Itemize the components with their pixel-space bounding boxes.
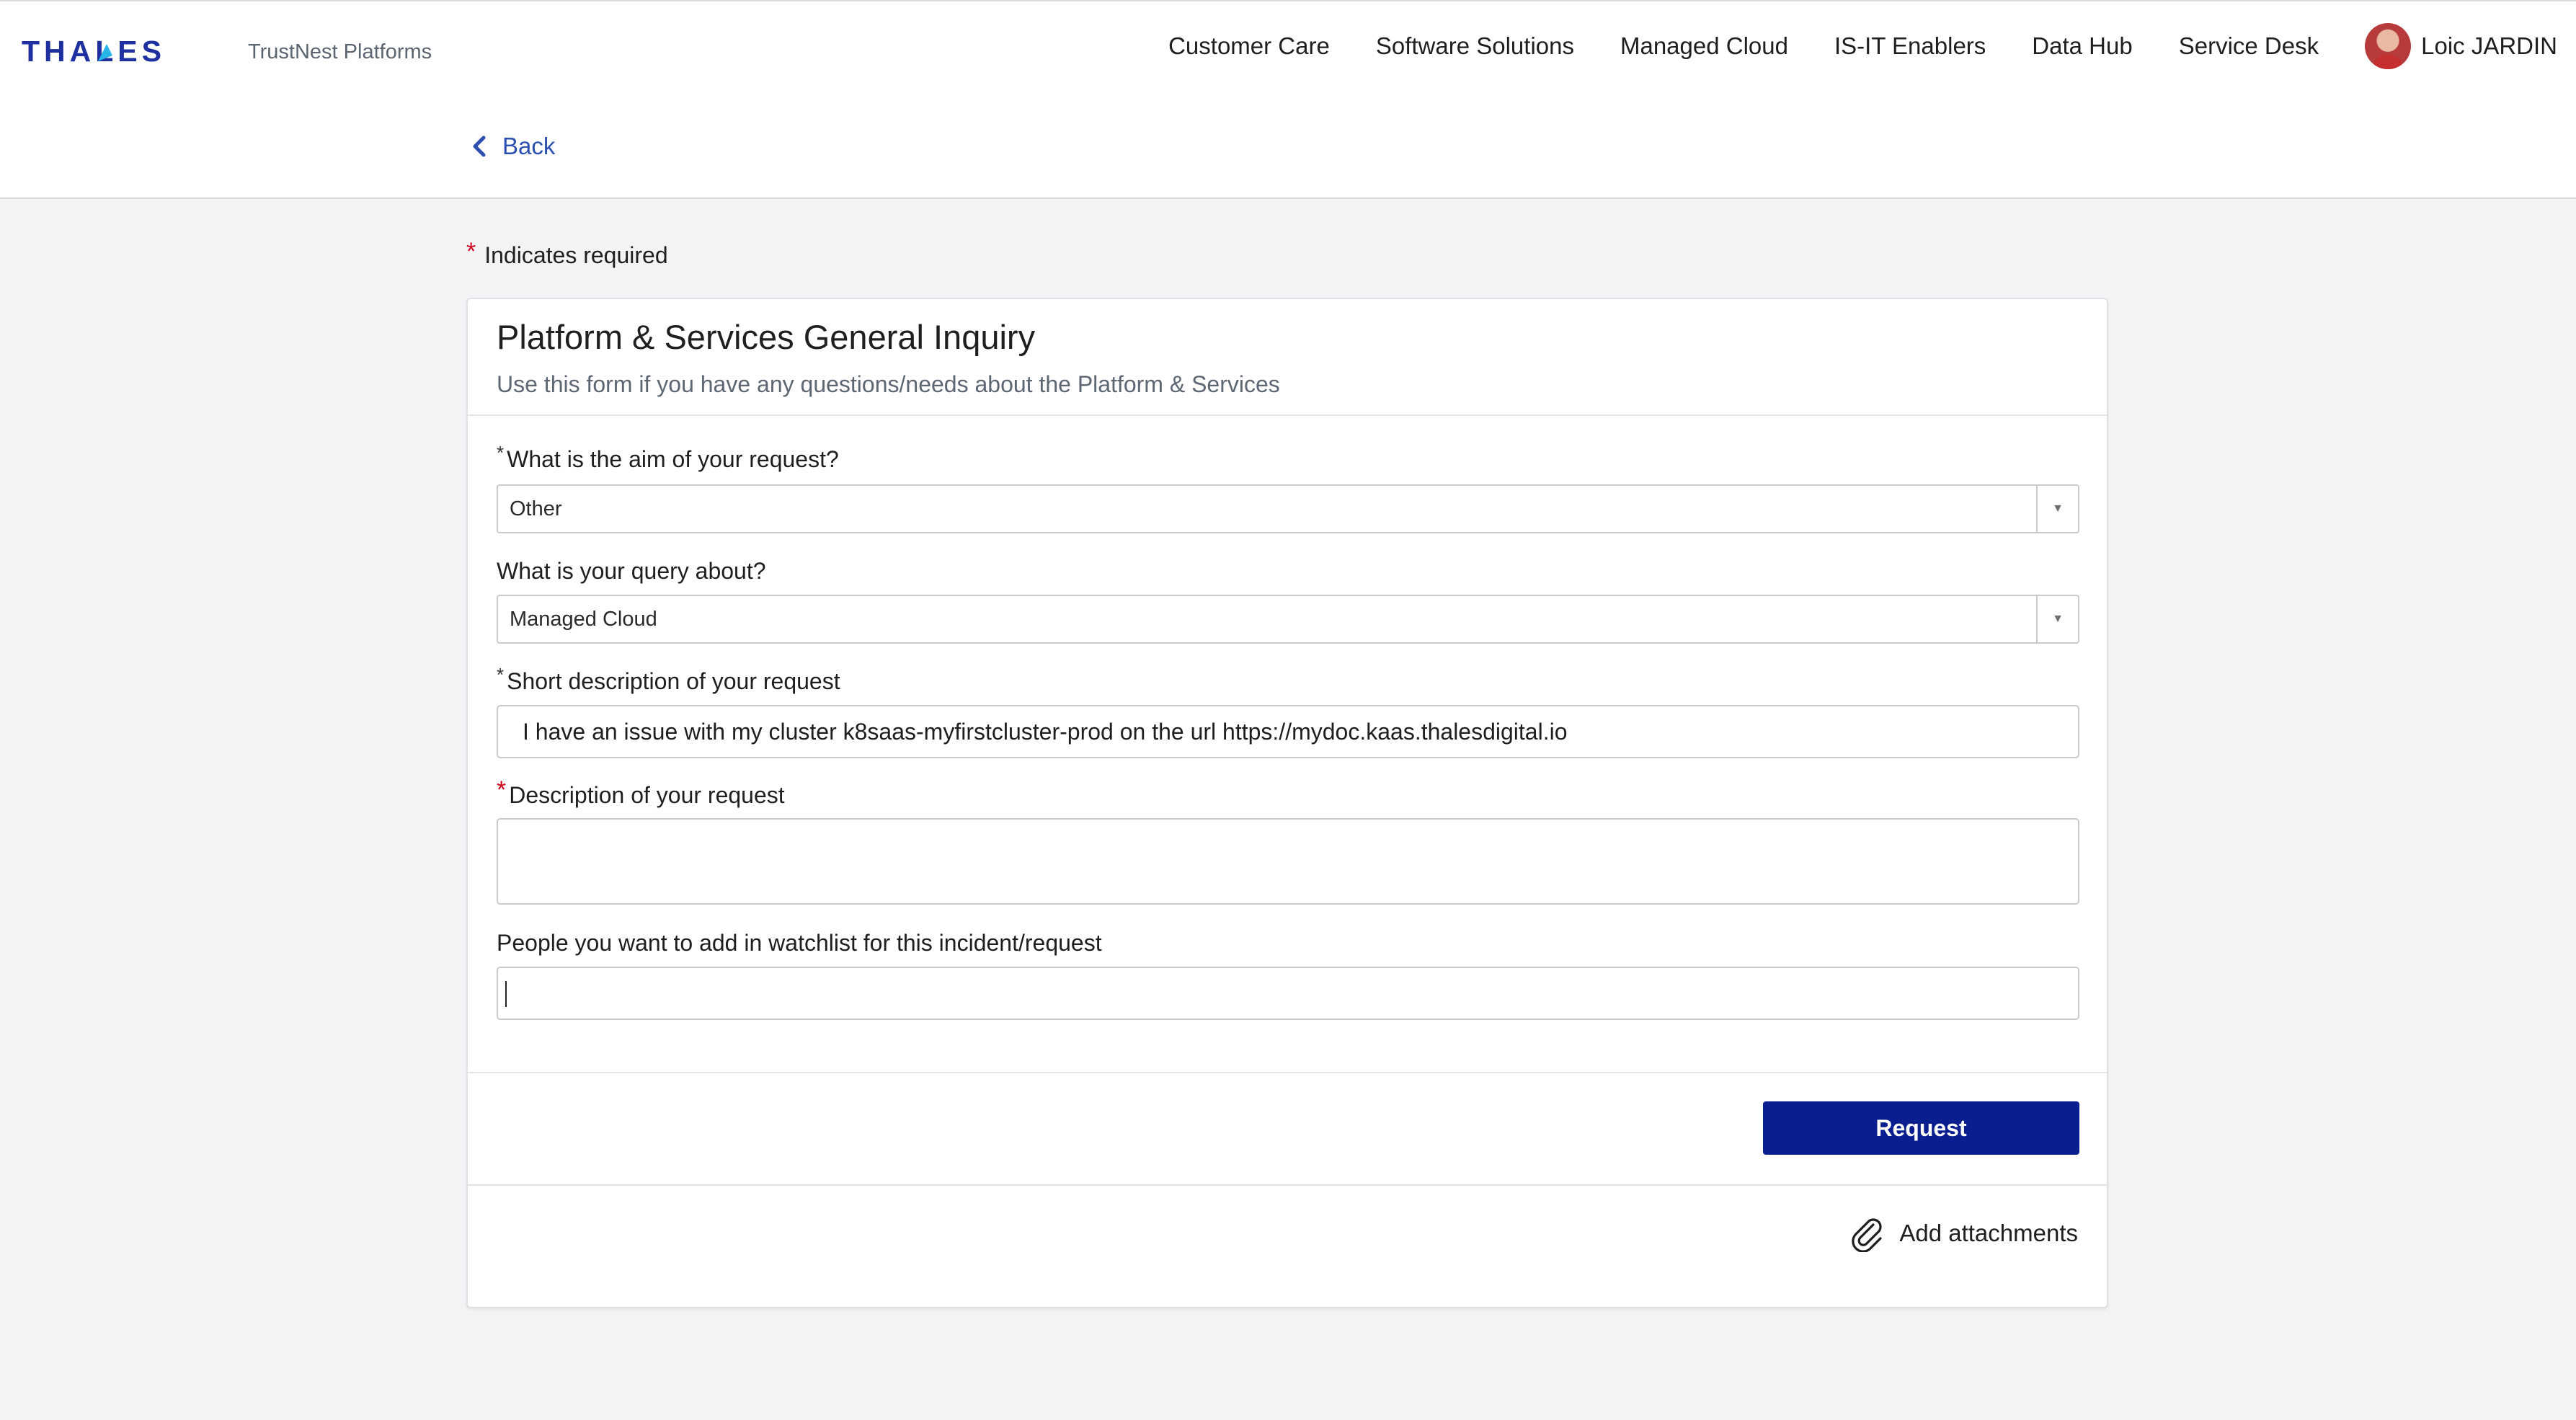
attachments-divider <box>468 1184 2107 1186</box>
description-label: * Description of your request <box>497 776 785 809</box>
required-asterisk: * <box>497 442 505 463</box>
short-description-label: * Short description of your request <box>497 664 840 696</box>
description-label-text: Description of your request <box>509 782 785 808</box>
add-attachments-button[interactable]: Add attachments <box>1849 1215 2078 1252</box>
query-about-select-value: Managed Cloud <box>510 608 657 631</box>
back-label: Back <box>502 133 556 159</box>
chevron-down-icon[interactable]: ▼ <box>2036 596 2078 642</box>
nav-item-customer-care[interactable]: Customer Care <box>1168 19 1330 74</box>
short-description-input[interactable]: I have an issue with my cluster k8saas-m… <box>497 705 2079 758</box>
required-note-text: Indicates required <box>484 242 668 268</box>
short-description-label-text: Short description of your request <box>507 668 840 694</box>
aim-select[interactable]: Other ▼ <box>497 484 2079 533</box>
query-about-label: What is your query about? <box>497 556 766 585</box>
aim-label: * What is the aim of your request? <box>497 442 839 474</box>
short-description-value: I have an issue with my cluster k8saas-m… <box>523 719 1568 745</box>
nav-item-service-desk[interactable]: Service Desk <box>2179 19 2319 74</box>
avatar <box>2365 23 2412 69</box>
required-asterisk: * <box>466 238 476 265</box>
thales-logo-mark: THALES <box>22 37 166 66</box>
nav-item-software-solutions[interactable]: Software Solutions <box>1376 19 1574 74</box>
back-link[interactable]: Back <box>472 133 555 160</box>
nav-item-data-hub[interactable]: Data Hub <box>2032 19 2132 74</box>
brand-wordmark: THALES <box>22 37 166 66</box>
required-asterisk: * <box>497 664 505 685</box>
footer-divider <box>468 1072 2107 1073</box>
query-about-select[interactable]: Managed Cloud ▼ <box>497 595 2079 644</box>
watchlist-label: People you want to add in watchlist for … <box>497 928 1102 957</box>
form-title: Platform & Services General Inquiry <box>497 318 1036 356</box>
watchlist-label-text: People you want to add in watchlist for … <box>497 930 1102 956</box>
request-button[interactable]: Request <box>1763 1101 2079 1155</box>
form-header: Platform & Services General Inquiry Use … <box>468 299 2107 416</box>
description-textarea[interactable] <box>497 818 2079 905</box>
aim-select-value: Other <box>510 497 562 520</box>
paperclip-icon <box>1852 1218 1882 1252</box>
nav-item-is-it-enablers[interactable]: IS-IT Enablers <box>1834 19 1986 74</box>
query-about-label-text: What is your query about? <box>497 558 766 584</box>
thales-logo[interactable]: THALES <box>22 30 221 72</box>
aim-label-text: What is the aim of your request? <box>507 446 839 472</box>
request-form-card: Platform & Services General Inquiry Use … <box>466 298 2108 1308</box>
form-subtitle: Use this form if you have any questions/… <box>497 371 1280 397</box>
user-name: Loic JARDIN <box>2421 32 2557 59</box>
user-menu[interactable]: Loic JARDIN <box>2365 23 2557 69</box>
required-note: * Indicates required <box>466 238 668 269</box>
watchlist-input[interactable] <box>497 967 2079 1020</box>
nav-item-managed-cloud[interactable]: Managed Cloud <box>1620 19 1788 74</box>
platform-name: TrustNest Platforms <box>248 40 432 63</box>
main-nav: Customer Care Software Solutions Managed… <box>1168 19 2557 74</box>
chevron-left-icon <box>473 136 486 157</box>
text-caret <box>505 981 507 1007</box>
add-attachments-label: Add attachments <box>1899 1220 2078 1246</box>
chevron-down-icon[interactable]: ▼ <box>2036 486 2078 532</box>
top-header: THALES TrustNest Platforms Customer Care… <box>0 0 2576 199</box>
required-asterisk: * <box>497 776 507 804</box>
